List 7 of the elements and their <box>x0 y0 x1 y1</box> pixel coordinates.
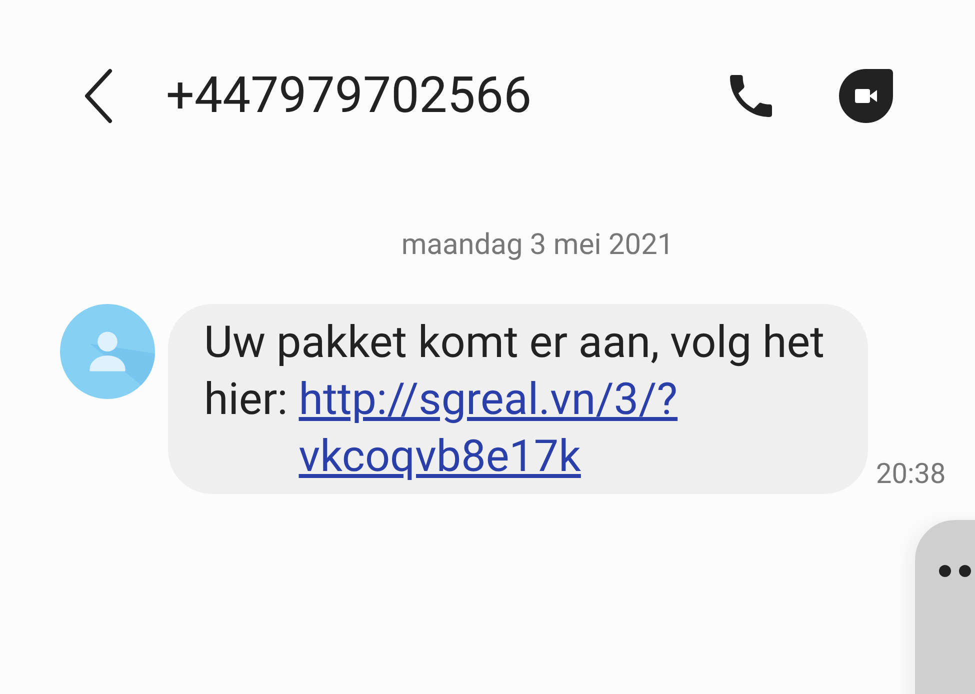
message-time: 20:38 <box>876 457 946 490</box>
video-call-icon[interactable] <box>837 68 895 124</box>
back-icon[interactable] <box>82 68 114 124</box>
message-text: Uw pakket komt er aan, volg het hier: http://sgreal.vn/3/?vkcoqvb8e17k <box>204 314 828 485</box>
message-link[interactable]: http://sgreal.vn/3/?vkcoqvb8e17k <box>298 371 689 485</box>
date-divider: maandag 3 mei 2021 <box>400 228 675 262</box>
contact-number: +447979702566 <box>166 67 532 125</box>
